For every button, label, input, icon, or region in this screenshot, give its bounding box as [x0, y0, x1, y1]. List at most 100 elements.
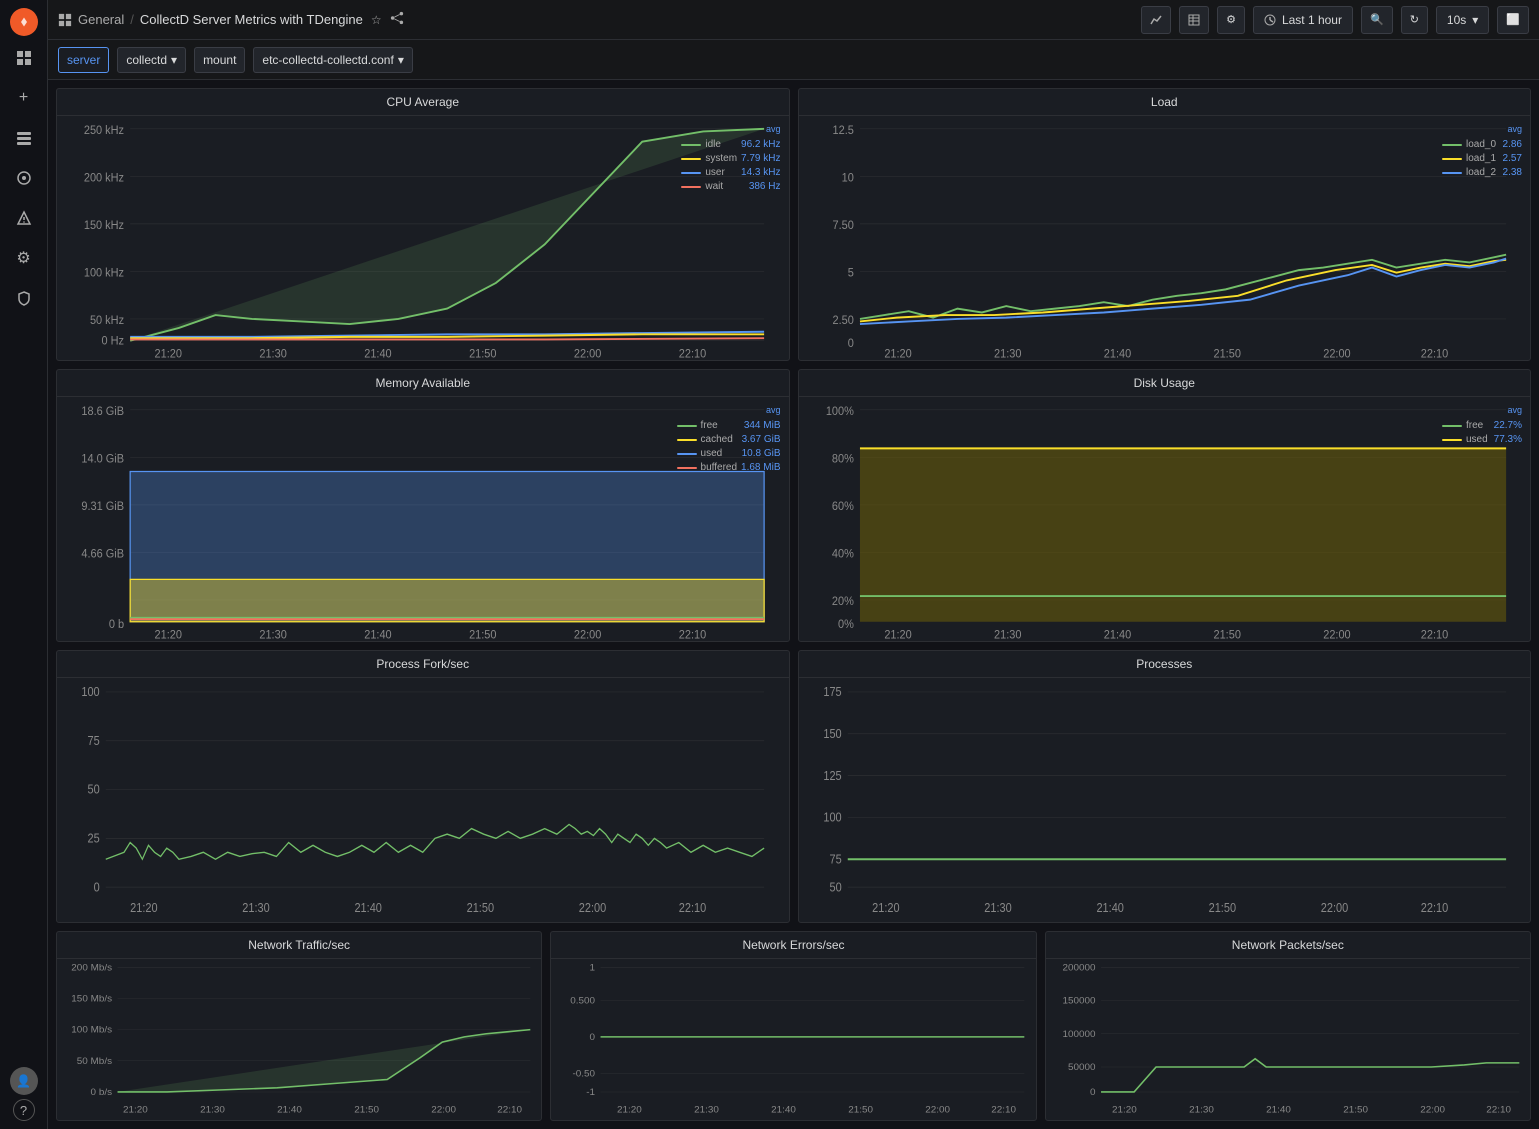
refresh-btn[interactable]: ↻: [1401, 6, 1428, 34]
svg-text:250 kHz: 250 kHz: [84, 125, 125, 137]
collectd-dropdown-arrow: ▾: [171, 53, 177, 67]
settings-icon[interactable]: ⚙: [6, 240, 42, 276]
svg-text:9.31 GiB: 9.31 GiB: [81, 501, 124, 513]
help-icon[interactable]: ?: [13, 1099, 35, 1121]
processes-title: Processes: [799, 651, 1531, 678]
table-view-btn[interactable]: [1179, 6, 1209, 34]
main-content: CPU Average 250 kHz 200 kHz 150 kHz: [48, 80, 1539, 1129]
user-avatar[interactable]: 👤: [10, 1067, 38, 1095]
svg-text:21:30: 21:30: [984, 902, 1012, 916]
svg-text:22:00: 22:00: [1320, 902, 1348, 916]
svg-text:22:00: 22:00: [1323, 629, 1350, 641]
svg-text:2.50: 2.50: [832, 315, 853, 327]
breadcrumb-current: CollectD Server Metrics with TDengine: [140, 12, 363, 27]
svg-text:21:50: 21:50: [469, 629, 496, 641]
breadcrumb-general[interactable]: General: [78, 12, 124, 27]
process-fork-panel: Process Fork/sec 100 75 50 25 0 21:20: [56, 650, 790, 923]
svg-text:22:10: 22:10: [679, 629, 706, 641]
svg-text:0: 0: [590, 1032, 596, 1043]
shield-icon[interactable]: [6, 280, 42, 316]
settings-btn[interactable]: ⚙: [1217, 6, 1245, 34]
dashboard-icon[interactable]: [6, 40, 42, 76]
svg-text:75: 75: [829, 853, 842, 867]
svg-text:22:00: 22:00: [1323, 348, 1350, 360]
svg-text:22:00: 22:00: [579, 902, 607, 916]
sidebar: + ⚙ 👤 ?: [0, 0, 48, 1129]
filter-collectd[interactable]: collectd ▾: [117, 47, 186, 73]
process-fork-body: 100 75 50 25 0 21:20 21:30 21:40 21:50 2…: [57, 678, 789, 922]
filter-server[interactable]: server: [58, 47, 109, 73]
svg-text:21:40: 21:40: [1096, 902, 1124, 916]
svg-text:40%: 40%: [831, 548, 853, 560]
svg-text:21:50: 21:50: [354, 1105, 379, 1116]
svg-text:21:40: 21:40: [354, 902, 382, 916]
svg-text:60%: 60%: [831, 501, 853, 513]
star-icon[interactable]: ☆: [371, 13, 382, 27]
svg-text:50: 50: [87, 783, 100, 797]
svg-text:25: 25: [87, 832, 100, 846]
app-logo[interactable]: [10, 8, 38, 36]
svg-text:21:30: 21:30: [259, 629, 286, 641]
svg-text:150000: 150000: [1062, 996, 1095, 1007]
memory-title: Memory Available: [57, 370, 789, 397]
network-traffic-title: Network Traffic/sec: [57, 932, 541, 959]
svg-text:150: 150: [823, 727, 842, 741]
svg-text:4.66 GiB: 4.66 GiB: [81, 548, 124, 560]
svg-text:22:10: 22:10: [1420, 348, 1447, 360]
svg-text:12.5: 12.5: [832, 125, 853, 137]
share-icon[interactable]: [390, 11, 404, 28]
zoom-out-btn[interactable]: 🔍: [1361, 6, 1393, 34]
svg-text:21:30: 21:30: [694, 1105, 719, 1116]
cpu-average-chart: 250 kHz 200 kHz 150 kHz 100 kHz 50 kHz 0…: [57, 116, 789, 360]
expand-btn[interactable]: ⬜: [1497, 6, 1529, 34]
svg-text:0: 0: [1090, 1087, 1096, 1098]
svg-text:50 Mb/s: 50 Mb/s: [77, 1056, 112, 1067]
svg-text:10: 10: [841, 172, 853, 184]
add-icon[interactable]: +: [6, 80, 42, 116]
svg-text:22:00: 22:00: [574, 348, 601, 360]
explore-icon[interactable]: [6, 160, 42, 196]
svg-text:21:50: 21:50: [1213, 629, 1240, 641]
network-errors-body: 1 0.500 0 -0.50 -1 21:20 21:30 21:40 21:…: [551, 959, 1035, 1120]
svg-text:21:50: 21:50: [1208, 902, 1236, 916]
svg-text:21:20: 21:20: [1112, 1105, 1137, 1116]
svg-text:50 kHz: 50 kHz: [90, 315, 124, 327]
svg-text:100 Mb/s: 100 Mb/s: [71, 1025, 112, 1036]
svg-text:100 kHz: 100 kHz: [84, 267, 125, 279]
interval-label: 10s: [1447, 13, 1466, 27]
disk-panel: Disk Usage 100% 80% 60% 40% 20% 0%: [798, 369, 1532, 642]
time-range-btn[interactable]: Last 1 hour: [1253, 6, 1353, 34]
topbar: General / CollectD Server Metrics with T…: [48, 0, 1539, 40]
filter-mount[interactable]: mount: [194, 47, 245, 73]
processes-panel: Processes 175 150 125 100 75 5: [798, 650, 1532, 923]
svg-text:21:30: 21:30: [1189, 1105, 1214, 1116]
network-traffic-panel: Network Traffic/sec 200 Mb/s 150 Mb/s 10…: [56, 931, 542, 1121]
svg-text:0 Hz: 0 Hz: [102, 335, 125, 347]
svg-text:100: 100: [823, 811, 842, 825]
load-panel: Load 12.5 10 7.50 5 2.50 0 21:2: [798, 88, 1532, 361]
network-packets-panel: Network Packets/sec 200000 150000 100000…: [1045, 931, 1531, 1121]
cpu-average-body: 250 kHz 200 kHz 150 kHz 100 kHz 50 kHz 0…: [57, 116, 789, 360]
svg-text:50: 50: [829, 881, 842, 895]
graph-view-btn[interactable]: [1141, 6, 1171, 34]
svg-text:0 b/s: 0 b/s: [91, 1087, 113, 1098]
svg-text:22:00: 22:00: [431, 1105, 456, 1116]
load-title: Load: [799, 89, 1531, 116]
content-area: General / CollectD Server Metrics with T…: [48, 0, 1539, 1129]
filter-config[interactable]: etc-collectd-collectd.conf ▾: [253, 47, 412, 73]
svg-text:125: 125: [823, 769, 842, 783]
svg-text:22:00: 22:00: [574, 629, 601, 641]
svg-text:75: 75: [87, 734, 100, 748]
network-traffic-body: 200 Mb/s 150 Mb/s 100 Mb/s 50 Mb/s 0 b/s…: [57, 959, 541, 1120]
svg-text:21:20: 21:20: [130, 902, 158, 916]
network-errors-panel: Network Errors/sec 1 0.500 0 -0.50 -1 21…: [550, 931, 1036, 1121]
svg-text:0%: 0%: [838, 619, 854, 631]
svg-text:21:40: 21:40: [771, 1105, 796, 1116]
panels-icon[interactable]: [6, 120, 42, 156]
alerts-icon[interactable]: [6, 200, 42, 236]
interval-btn[interactable]: 10s ▾: [1436, 6, 1489, 34]
charts-row-3: Process Fork/sec 100 75 50 25 0 21:20: [56, 650, 1531, 923]
network-packets-chart: 200000 150000 100000 50000 0 21:20 21:30…: [1046, 959, 1530, 1120]
svg-text:22:00: 22:00: [926, 1105, 951, 1116]
network-packets-title: Network Packets/sec: [1046, 932, 1530, 959]
